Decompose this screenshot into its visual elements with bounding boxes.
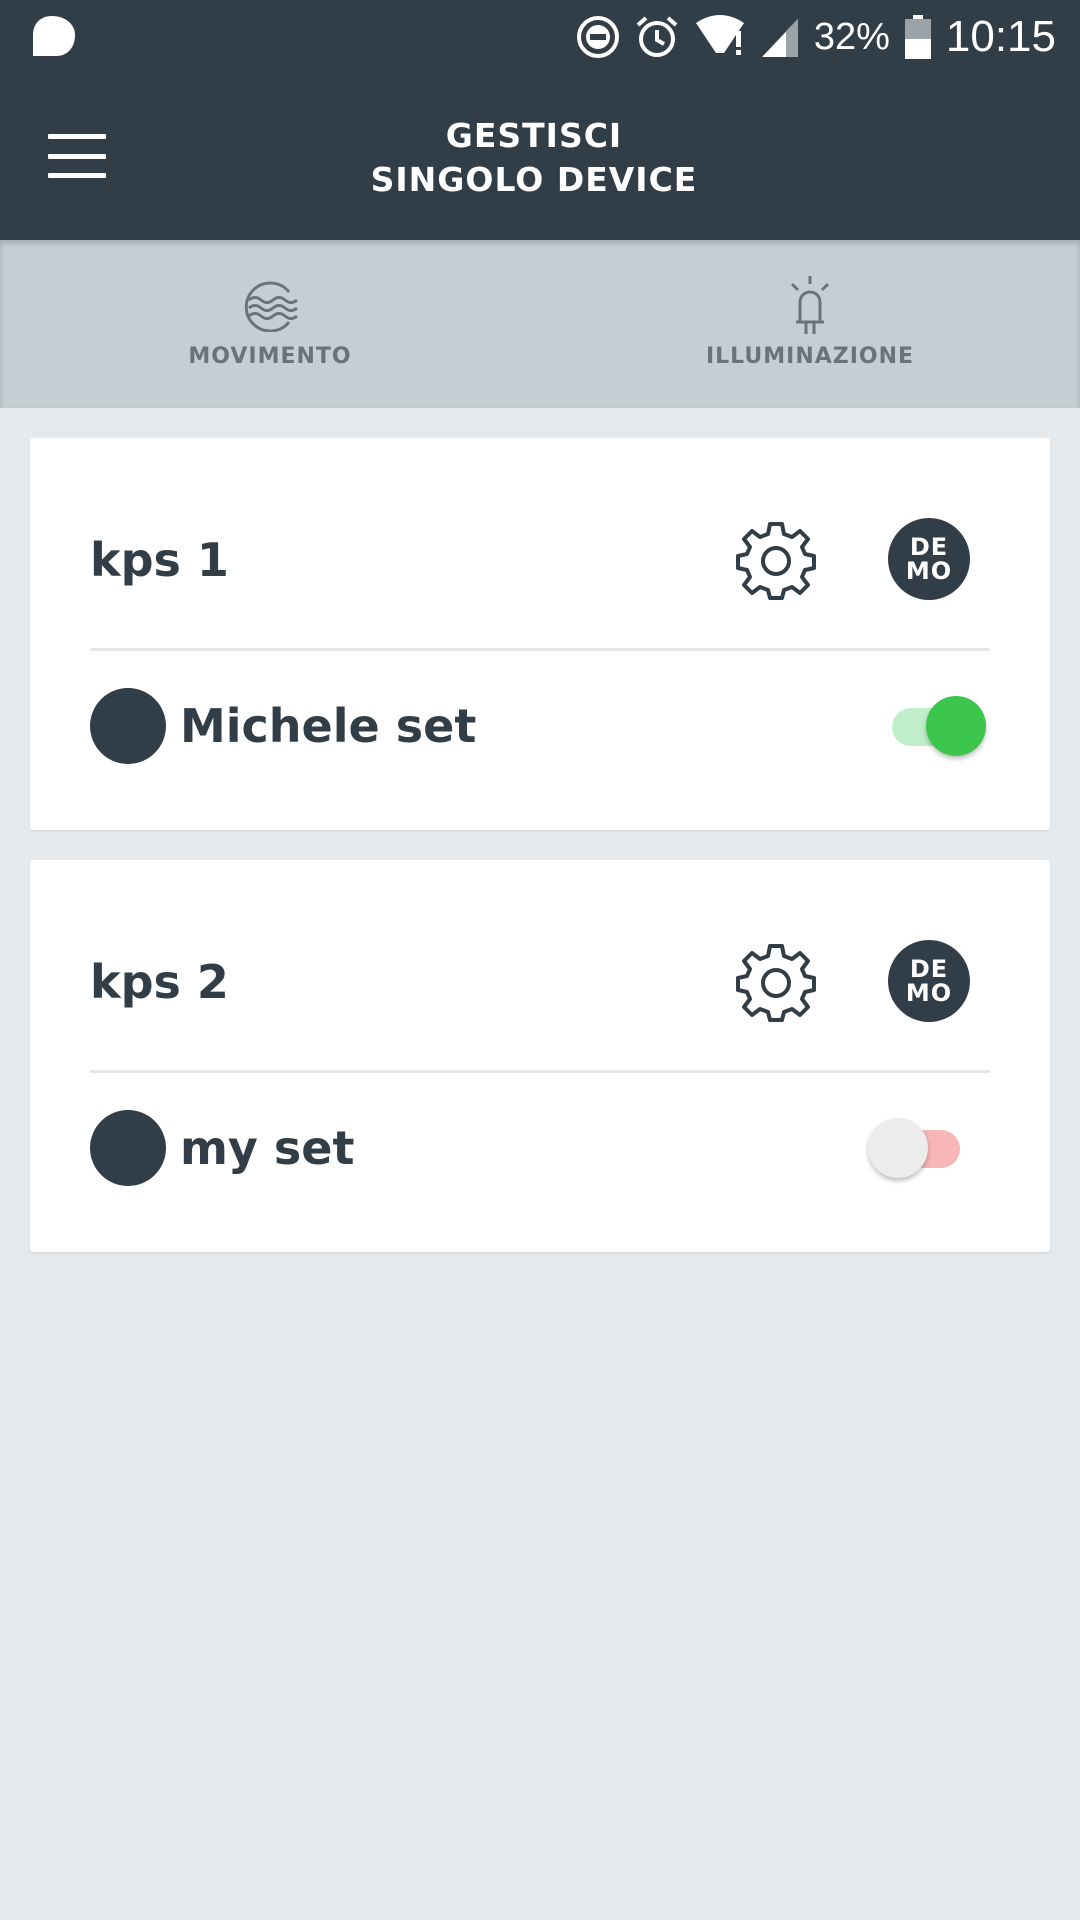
- device-name: kps 2: [90, 955, 229, 1009]
- status-bar: 32% 10:15: [0, 0, 1080, 74]
- demo-badge: DE MO: [888, 518, 970, 600]
- clock: 10:15: [945, 12, 1056, 61]
- tab-movimento-label: MOVIMENTO: [188, 344, 352, 369]
- page-title-line1: GESTISCI: [445, 116, 623, 155]
- signal-icon: [760, 15, 800, 59]
- device-card: kps 1 DE MO Michele set: [30, 438, 1050, 830]
- gear-icon[interactable]: [734, 518, 818, 602]
- set-name: Michele set: [180, 699, 477, 753]
- divider: [90, 648, 990, 651]
- set-status-dot: [90, 1110, 166, 1186]
- page-title-line2: SINGOLO DEVICE: [370, 160, 698, 199]
- tab-illuminazione[interactable]: ILLUMINAZIONE: [540, 240, 1080, 408]
- battery-percentage: 32%: [813, 15, 890, 58]
- device-name: kps 1: [90, 533, 229, 587]
- waves-icon: [239, 276, 301, 336]
- tab-illuminazione-label: ILLUMINAZIONE: [705, 344, 915, 369]
- battery-icon: [904, 14, 932, 60]
- tab-movimento[interactable]: MOVIMENTO: [0, 240, 540, 408]
- gear-icon[interactable]: [734, 940, 818, 1024]
- light-bulb-icon: [786, 276, 834, 336]
- device-card: kps 2 DE MO my set: [30, 860, 1050, 1252]
- page-title: GESTISCI SINGOLO DEVICE: [0, 114, 1068, 202]
- set-name: my set: [180, 1121, 355, 1175]
- wifi-icon: [694, 15, 746, 59]
- set-toggle[interactable]: [882, 696, 992, 756]
- set-toggle[interactable]: [860, 1118, 970, 1178]
- notification-bubble-icon: [30, 14, 78, 58]
- set-status-dot: [90, 688, 166, 764]
- tab-bar: MOVIMENTO ILLUMINAZIONE: [0, 240, 1080, 408]
- app-bar: GESTISCI SINGOLO DEVICE: [0, 74, 1080, 240]
- do-not-disturb-icon: [576, 15, 620, 59]
- demo-badge: DE MO: [888, 940, 970, 1022]
- alarm-icon: [634, 14, 680, 60]
- divider: [90, 1070, 990, 1073]
